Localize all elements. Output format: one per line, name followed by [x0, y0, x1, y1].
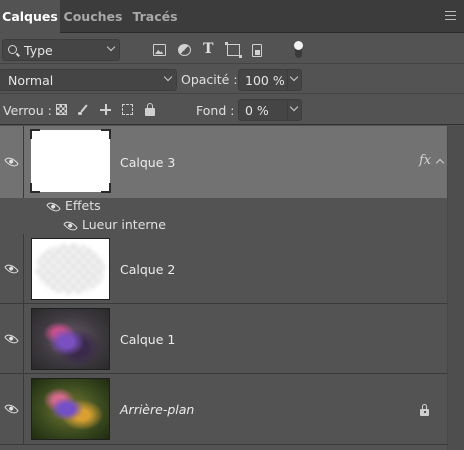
lock-all-icon[interactable] — [145, 103, 155, 116]
blend-row: Normal Opacité : 100 % — [0, 65, 464, 94]
blend-mode-select[interactable]: Normal — [0, 69, 177, 91]
layer-row-calque-3[interactable]: Calque 3 fx Effets Lueur interne — [0, 126, 447, 234]
lock-artboard-icon[interactable] — [122, 104, 133, 115]
pixel-filter-icon[interactable] — [153, 44, 166, 56]
search-icon — [8, 45, 17, 54]
chevron-down-icon — [163, 72, 173, 82]
selection-corner — [30, 183, 40, 193]
fx-icon[interactable]: fx — [419, 153, 431, 168]
fill-dropdown-button[interactable] — [287, 99, 302, 121]
layers-scrollbar[interactable] — [447, 126, 464, 450]
lock-icon[interactable] — [420, 404, 429, 416]
lock-row: Verrou : Fond : 0 % — [0, 95, 464, 125]
effects-label: Effets — [65, 198, 101, 213]
filter-toggle-switch[interactable] — [294, 41, 303, 58]
smart-object-filter-icon[interactable] — [252, 44, 262, 57]
layer-name: Calque 2 — [120, 262, 176, 277]
adjustment-filter-icon[interactable] — [178, 44, 191, 56]
fill-label: Fond : — [196, 103, 235, 118]
visibility-column — [0, 126, 24, 198]
layer-row-background[interactable]: Arrière-plan — [0, 374, 447, 445]
type-filter-icon[interactable]: T — [203, 41, 216, 57]
eye-icon[interactable] — [4, 154, 19, 170]
eye-icon[interactable] — [63, 218, 78, 234]
layers-list: Calque 3 fx Effets Lueur interne Calque … — [0, 126, 464, 450]
lock-label: Verrou : — [3, 103, 52, 118]
layer-row-calque-2[interactable]: Calque 2 — [0, 234, 447, 304]
lock-position-move-icon[interactable] — [100, 104, 111, 115]
opacity-dropdown-button[interactable] — [287, 69, 302, 91]
layer-name: Calque 3 — [120, 155, 176, 170]
tab-channels[interactable]: Couches — [60, 0, 126, 33]
effect-item-inner-glow[interactable]: Lueur interne — [82, 217, 166, 232]
opacity-label: Opacité : — [181, 72, 238, 87]
visibility-column — [0, 374, 24, 444]
chevron-down-icon — [289, 102, 299, 112]
lock-pixels-brush-icon[interactable] — [78, 104, 89, 115]
toggle-knob — [294, 41, 303, 50]
filter-kind-select[interactable]: Type — [2, 39, 120, 61]
layer-thumbnail — [30, 129, 111, 193]
visibility-column — [0, 304, 24, 373]
shape-filter-icon[interactable] — [225, 42, 242, 58]
visibility-column — [0, 234, 24, 303]
layer-row-calque-1[interactable]: Calque 1 — [0, 304, 447, 374]
layer-effects-list: Effets Lueur interne — [0, 198, 447, 234]
tab-layers[interactable]: Calques — [0, 0, 60, 34]
eye-icon[interactable] — [46, 199, 61, 215]
eye-icon[interactable] — [4, 331, 19, 347]
eye-icon[interactable] — [4, 401, 19, 417]
filter-kind-value: Type — [24, 43, 53, 58]
eye-icon[interactable] — [4, 261, 19, 277]
layer-thumbnail — [31, 378, 110, 440]
tab-paths[interactable]: Tracés — [126, 0, 184, 33]
layer-thumbnail — [31, 308, 110, 370]
selection-corner — [101, 183, 111, 193]
layer-filter-row: Type T — [0, 34, 464, 64]
selection-corner — [101, 129, 111, 139]
selection-corner — [30, 129, 40, 139]
layer-name: Arrière-plan — [120, 402, 195, 417]
chevron-down-icon — [289, 72, 299, 82]
layer-name: Calque 1 — [120, 332, 176, 347]
layer-thumbnail — [31, 238, 110, 300]
panel-tab-bar: Calques Couches Tracés — [0, 0, 464, 34]
opacity-input[interactable]: 100 % — [238, 69, 288, 91]
chevron-down-icon — [106, 42, 116, 52]
lock-transparency-icon[interactable] — [56, 104, 67, 115]
panel-menu-icon[interactable] — [445, 11, 456, 20]
fill-input[interactable]: 0 % — [238, 99, 288, 121]
blend-mode-value: Normal — [8, 73, 54, 88]
transparency-checker — [36, 244, 105, 294]
